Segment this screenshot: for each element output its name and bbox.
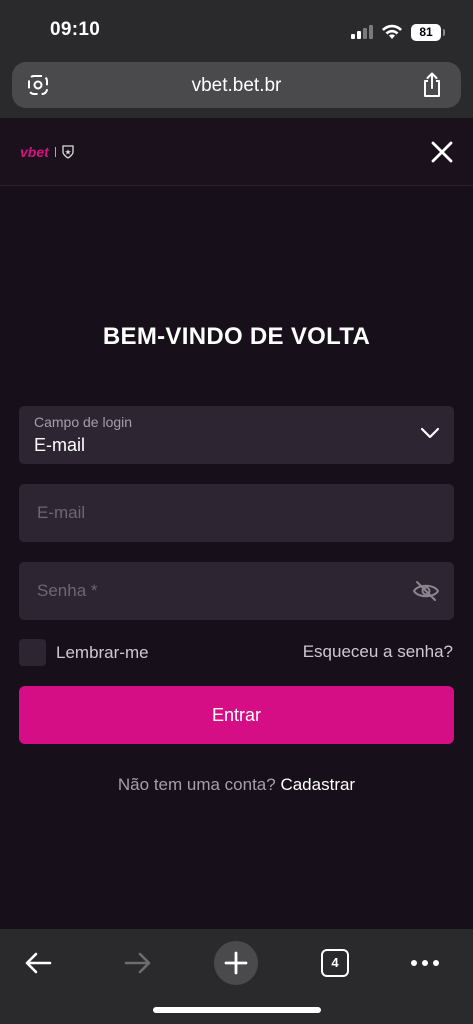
arrow-left-icon	[25, 952, 52, 974]
tabs-button[interactable]: 4	[313, 941, 357, 985]
login-field-select[interactable]: Campo de login E-mail	[19, 406, 454, 464]
status-time: 09:10	[50, 19, 101, 40]
url-bar[interactable]: vbet.bet.br	[12, 62, 461, 108]
cellular-signal-icon	[351, 25, 373, 39]
more-dots-icon	[411, 960, 439, 966]
login-button[interactable]: Entrar	[19, 686, 454, 744]
arrow-right-icon	[124, 952, 151, 974]
battery-icon: 81	[411, 23, 445, 41]
back-button[interactable]	[16, 941, 60, 985]
signup-prompt: Não tem uma conta? Cadastrar	[0, 775, 473, 795]
page: 09:10 81 vbet.bet.br vbet BEM-VINDO DE V…	[0, 0, 473, 1024]
eye-off-icon[interactable]	[412, 580, 440, 602]
status-bar: 09:10 81	[0, 0, 473, 58]
password-input[interactable]	[19, 562, 454, 620]
login-field-value: E-mail	[34, 435, 86, 455]
new-tab-button[interactable]	[214, 941, 258, 985]
status-icons: 81	[351, 20, 445, 44]
vbet-logo[interactable]: vbet	[20, 144, 74, 160]
browser-url-area: vbet.bet.br	[0, 58, 473, 118]
more-button[interactable]	[403, 941, 447, 985]
tab-count: 4	[321, 949, 349, 977]
login-field-label: Campo de login	[34, 414, 133, 430]
url-text[interactable]: vbet.bet.br	[12, 75, 461, 97]
logo-text: vbet	[20, 144, 49, 160]
email-input[interactable]	[19, 484, 454, 542]
share-icon[interactable]	[421, 72, 443, 98]
signup-link[interactable]: Cadastrar	[280, 775, 355, 794]
home-indicator[interactable]	[153, 1007, 321, 1013]
chevron-down-icon	[420, 427, 440, 439]
email-field	[19, 484, 454, 542]
password-field	[19, 562, 454, 620]
plus-icon	[224, 951, 248, 975]
forward-button[interactable]	[116, 941, 160, 985]
no-account-text: Não tem uma conta?	[117, 775, 276, 794]
wifi-icon	[382, 24, 402, 39]
club-crest-icon	[62, 145, 74, 159]
logo-divider	[54, 147, 56, 157]
site-header: vbet	[0, 118, 473, 186]
remember-checkbox[interactable]	[19, 639, 46, 666]
close-icon[interactable]	[429, 139, 455, 165]
forgot-password-link[interactable]: Esqueceu a senha?	[303, 642, 453, 662]
remember-me[interactable]: Lembrar-me	[19, 639, 149, 666]
remember-label: Lembrar-me	[56, 642, 149, 662]
page-title: BEM-VINDO DE VOLTA	[102, 323, 371, 350]
